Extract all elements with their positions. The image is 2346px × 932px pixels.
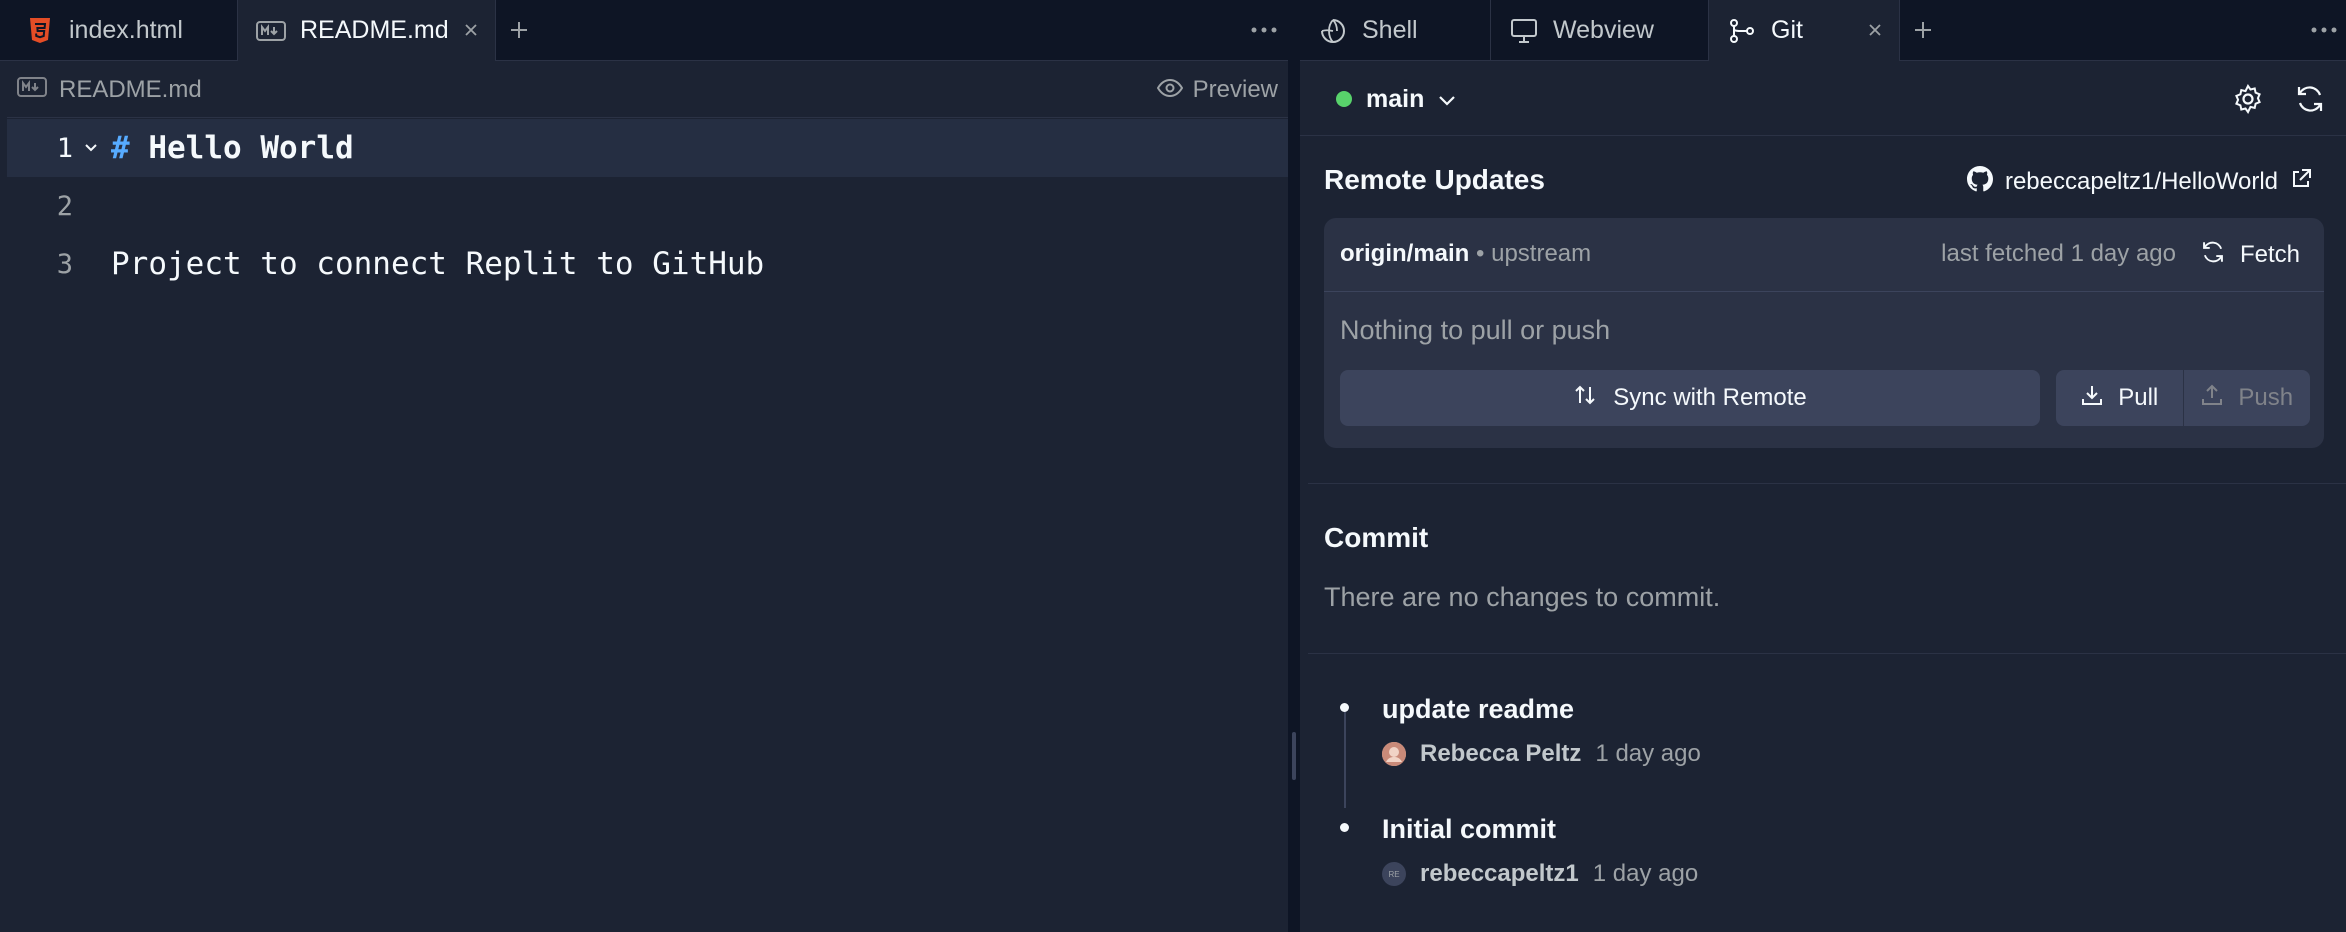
section-divider	[1308, 653, 2346, 654]
heading-text: Hello World	[148, 130, 354, 166]
new-tab-plus-icon[interactable]	[505, 16, 533, 44]
line-code: # Hello World	[111, 130, 354, 166]
tab-readme-md[interactable]: README.md	[238, 0, 495, 61]
external-link-icon	[2290, 168, 2312, 197]
tracking-branch-name: origin/main	[1340, 240, 1470, 267]
editor-tabbar: index.html README.md	[0, 0, 1288, 61]
tab-label: Git	[1771, 16, 1803, 44]
timeline-bullet	[1340, 823, 1349, 832]
refresh-icon[interactable]	[2292, 81, 2328, 117]
commit-meta: Rebecca Peltz 1 day ago	[1382, 740, 1701, 768]
tab-label: Webview	[1553, 16, 1654, 44]
markdown-icon	[256, 16, 286, 46]
html5-icon	[25, 16, 55, 46]
line-number: 3	[56, 248, 73, 280]
tab-webview[interactable]: Webview	[1491, 0, 1708, 61]
chevron-down-icon	[1438, 85, 1456, 114]
tracking-branch: origin/main • upstream	[1340, 240, 1592, 267]
markdown-icon	[17, 77, 47, 102]
history-timeline	[1344, 708, 1346, 808]
line-code: Project to connect Replit to GitHub	[111, 246, 765, 282]
pane-resize-grip[interactable]	[1292, 732, 1296, 780]
tab-shell[interactable]: Shell	[1300, 0, 1490, 61]
pull-button[interactable]: Pull	[2056, 370, 2184, 426]
sort-arrows-icon	[1573, 383, 1597, 414]
avatar	[1382, 742, 1406, 766]
file-path-bar: README.md Preview	[7, 62, 1288, 118]
git-branch-icon	[1727, 16, 1757, 46]
editor-pane: index.html README.md README.md Preview 1…	[0, 0, 1288, 932]
fetch-button[interactable]: Fetch	[2186, 231, 2314, 279]
branch-selector[interactable]: main	[1336, 81, 1456, 117]
remote-card-header: origin/main • upstream last fetched 1 da…	[1324, 218, 2324, 292]
line-number: 2	[56, 190, 73, 222]
git-pane: Shell Webview Git main Remote Updates re…	[1300, 0, 2346, 932]
tab-label: README.md	[300, 16, 449, 44]
remote-updates-title: Remote Updates	[1324, 164, 1545, 195]
repo-link[interactable]: rebeccapeltz1/HelloWorld	[1966, 164, 2312, 200]
pane-resize-handle[interactable]	[1288, 0, 1300, 932]
upstream-label: upstream	[1491, 240, 1592, 267]
timeline-bullet	[1340, 703, 1349, 712]
tab-label: index.html	[69, 16, 183, 44]
monitor-icon	[1509, 16, 1539, 46]
preview-label: Preview	[1192, 76, 1278, 103]
last-fetched: last fetched 1 day ago	[1941, 240, 2176, 267]
close-icon[interactable]	[1863, 18, 1887, 42]
branch-status-dot	[1336, 91, 1352, 107]
commit-meta: RE rebeccapeltz1 1 day ago	[1382, 860, 1698, 888]
tab-label: Shell	[1362, 16, 1418, 44]
tab-index-html[interactable]: index.html	[7, 0, 237, 61]
fold-chevron-icon[interactable]	[81, 143, 101, 153]
editor-line[interactable]: 1 # Hello World	[7, 119, 1288, 177]
download-icon	[2080, 383, 2104, 414]
sync-status: Nothing to pull or push	[1340, 315, 1611, 345]
fetch-label: Fetch	[2239, 241, 2300, 268]
new-tab-plus-icon[interactable]	[1909, 16, 1937, 44]
shell-icon	[1318, 16, 1348, 46]
pull-label: Pull	[2118, 384, 2159, 411]
file-path: README.md	[59, 75, 202, 103]
repo-name: rebeccapeltz1/HelloWorld	[2004, 168, 2278, 195]
section-divider	[1308, 483, 2346, 484]
preview-button[interactable]: Preview	[1156, 72, 1278, 108]
avatar: RE	[1382, 862, 1406, 886]
tab-git[interactable]: Git	[1709, 0, 1899, 61]
commit-time: 1 day ago	[1592, 860, 1699, 887]
code-editor[interactable]: 1 # Hello World 2 3 Project to connect R…	[7, 119, 1288, 932]
remote-card: origin/main • upstream last fetched 1 da…	[1324, 218, 2324, 448]
refresh-icon	[2200, 239, 2226, 272]
sync-label: Sync with Remote	[1613, 384, 1807, 411]
pull-push-group: Pull Push	[2056, 370, 2310, 426]
editor-line[interactable]: 3 Project to connect Replit to GitHub	[7, 235, 1288, 293]
line-number: 1	[56, 132, 73, 164]
branch-name: main	[1366, 84, 1425, 113]
gear-icon[interactable]	[2230, 81, 2266, 117]
close-icon[interactable]	[459, 18, 483, 42]
commit-time: 1 day ago	[1595, 740, 1701, 767]
more-options-icon[interactable]	[1248, 16, 1280, 44]
sync-with-remote-button[interactable]: Sync with Remote	[1340, 370, 2040, 426]
tool-tabbar: Shell Webview Git	[1300, 0, 2346, 61]
upload-icon	[2200, 383, 2224, 414]
commit-author: rebeccapeltz1	[1420, 860, 1579, 887]
eye-icon	[1156, 76, 1183, 104]
github-icon	[1966, 165, 1993, 199]
editor-line[interactable]: 2	[7, 177, 1288, 235]
push-button[interactable]: Push	[2184, 370, 2311, 426]
heading-marker: #	[111, 130, 130, 166]
commit-message: Initial commit	[1382, 814, 1557, 844]
commit-empty-message: There are no changes to commit.	[1324, 582, 1721, 612]
push-label: Push	[2238, 384, 2294, 411]
commit-author: Rebecca Peltz	[1420, 740, 1582, 767]
commit-message: update readme	[1382, 694, 1575, 724]
more-options-icon[interactable]	[2308, 16, 2340, 44]
commit-title: Commit	[1324, 522, 1429, 553]
git-toolbar: main	[1300, 62, 2346, 136]
